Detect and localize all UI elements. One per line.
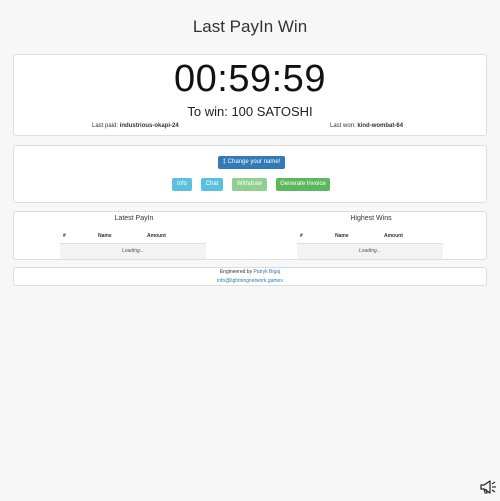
last-won-value: kind-wombat-64 [357, 123, 404, 129]
table-header-row: # Name Amount [60, 231, 206, 244]
info-button[interactable]: Info [172, 178, 192, 191]
actions-panel: ‡ Change your name! Info Chat Withdraw G… [13, 145, 487, 203]
last-won-label: Last won: [330, 123, 356, 129]
column-header-amount: Amount [147, 233, 166, 239]
footer-contact: info@lightningnetwork.games [14, 278, 486, 284]
latest-payin-table: # Name Amount Loading... [60, 231, 206, 259]
author-link[interactable]: Patryk Bigaj [253, 269, 280, 275]
column-header-number: # [63, 233, 66, 239]
page-title: Last PayIn Win [192, 17, 308, 36]
footer-credit: Engineered by Patryk Bigaj [14, 269, 486, 275]
last-paid-label: Last paid: [92, 123, 119, 129]
chat-button[interactable]: Chat [201, 178, 223, 191]
footer-panel: Engineered by Patryk Bigaj info@lightnin… [13, 267, 487, 286]
column-header-amount: Amount [384, 233, 403, 239]
megaphone-icon[interactable] [479, 478, 499, 496]
withdraw-button[interactable]: Withdraw [232, 178, 267, 191]
last-paid-value: industrious-okapi-24 [119, 123, 179, 129]
loading-row: Loading... [297, 244, 443, 259]
column-header-name: Name [98, 233, 112, 239]
last-won: Last won: kind-wombat-64 [330, 123, 403, 129]
tables-panel: Latest PayIn # Name Amount Loading... Hi… [13, 211, 487, 260]
last-paid: Last paid: industrious-okapi-24 [92, 123, 179, 129]
footer-engineered-label: Engineered by [219, 269, 253, 275]
latest-payin-title: Latest PayIn [114, 215, 154, 222]
game-panel: 00:59:59 To win: 100 SATOSHI Last paid: … [13, 54, 487, 136]
loading-row: Loading... [60, 244, 206, 259]
countdown-timer: 00:59:59 [174, 58, 326, 100]
column-header-name: Name [335, 233, 349, 239]
generate-invoice-button[interactable]: Generate Invoice [276, 178, 330, 191]
table-header-row: # Name Amount [297, 231, 443, 244]
highest-wins-table: # Name Amount Loading... [297, 231, 443, 259]
change-name-button[interactable]: ‡ Change your name! [218, 156, 285, 169]
highest-wins-title: Highest Wins [350, 215, 392, 222]
prize-text: To win: 100 SATOSHI [187, 104, 313, 119]
email-link[interactable]: info@lightningnetwork.games [217, 278, 283, 284]
column-header-number: # [300, 233, 303, 239]
